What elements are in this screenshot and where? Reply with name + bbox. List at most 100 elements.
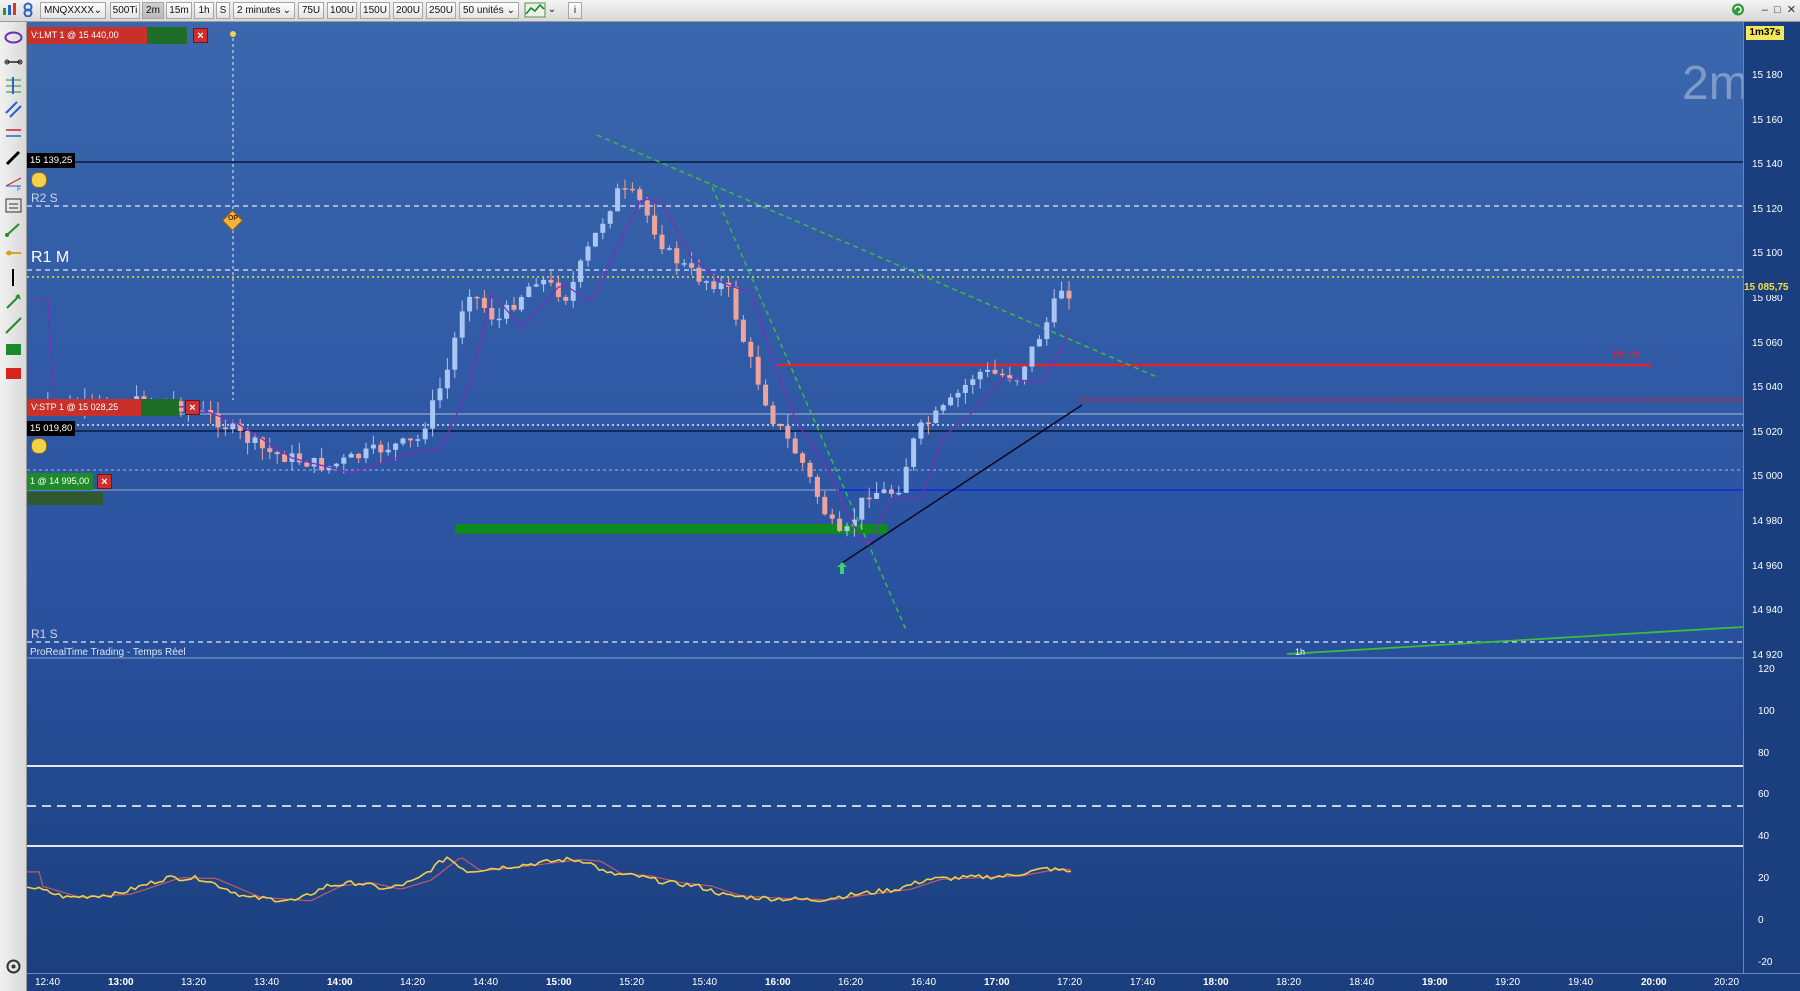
time-tick-label: 13:40: [254, 977, 280, 988]
candle: [407, 438, 413, 441]
countdown-badge: 1m37s: [1746, 26, 1784, 40]
oscillator-tick-label: 120: [1758, 664, 1775, 675]
horizontal-lines-icon[interactable]: [4, 124, 23, 143]
candle: [467, 296, 473, 312]
candle: [903, 466, 909, 493]
quantity-select[interactable]: 50 unités ⌄: [459, 2, 519, 19]
oscillator-tick-label: 100: [1758, 705, 1775, 717]
link-icon[interactable]: [20, 2, 36, 19]
chevron-down-icon[interactable]: ⌄: [547, 2, 557, 19]
tf-button-15m[interactable]: 15m: [166, 2, 192, 19]
price-tick-label: 15 060: [1752, 337, 1783, 349]
unit-button-250u[interactable]: 250U: [426, 2, 456, 19]
refresh-icon[interactable]: [1730, 2, 1746, 19]
time-tick-label: 15:40: [692, 977, 718, 988]
time-tick-label: 15:00: [546, 977, 572, 988]
alert-bell-icon[interactable]: [31, 172, 47, 188]
oscillator-tick-label: 0: [1758, 914, 1764, 926]
unit-button-150u[interactable]: 150U: [360, 2, 390, 19]
candle: [430, 400, 436, 429]
price-tick-label: 15 100: [1752, 248, 1783, 260]
time-tick-label: 19:00: [1422, 977, 1448, 988]
rectangle-tool-icon[interactable]: [4, 340, 23, 359]
position-panel[interactable]: 1 @ 14 995,00: [27, 473, 93, 490]
alert-tool-icon[interactable]: [4, 244, 23, 263]
tf-button-1h[interactable]: 1h: [194, 2, 214, 19]
restore-icon[interactable]: □: [1774, 4, 1781, 16]
candle: [1044, 322, 1050, 340]
oscillator-tick-label: 60: [1758, 789, 1770, 801]
instrument-select[interactable]: MNQXXXX ⌄: [40, 2, 106, 19]
candle: [644, 199, 650, 216]
timeframe-select[interactable]: 2 minutes ⌄: [233, 2, 295, 19]
price-chart[interactable]: [27, 22, 1743, 973]
candle: [866, 497, 872, 500]
candle: [481, 297, 487, 309]
candle: [992, 369, 998, 374]
candle: [370, 444, 376, 449]
time-tick-label: 17:20: [1057, 977, 1083, 988]
trendline-tool-icon[interactable]: [4, 220, 23, 239]
tf-button-500ti[interactable]: 500Ti: [110, 2, 140, 19]
instrument-label: MNQXXXX: [44, 5, 95, 16]
order-limit-extra[interactable]: [147, 27, 187, 44]
candle: [452, 337, 458, 370]
order-stop-sell[interactable]: V:STP 1 @ 15 028,25: [27, 399, 141, 416]
chart-area[interactable]: 2m R2 S R1 M R1 S Piv 4h 1h ProRealTime …: [27, 22, 1749, 973]
close-order-icon[interactable]: ×: [193, 28, 208, 43]
text-tool-icon[interactable]: [4, 196, 23, 215]
price-tick-label: 15 180: [1752, 70, 1783, 81]
ray-tool-icon[interactable]: [4, 316, 23, 335]
candle: [637, 189, 643, 200]
candle: [222, 427, 228, 429]
fan-tool-icon[interactable]: F: [4, 172, 23, 193]
order-limit-sell[interactable]: V:LMT 1 @ 15 440,00: [27, 27, 147, 44]
order-stop-extra[interactable]: [141, 399, 179, 416]
timeframe-watermark: 2m: [1682, 57, 1749, 110]
time-tick-label: 20:00: [1641, 977, 1667, 988]
tf-button-s[interactable]: S: [216, 2, 230, 19]
time-tick-label: 14:20: [400, 977, 426, 988]
candle: [674, 248, 680, 264]
app-menu-icon[interactable]: [2, 2, 18, 19]
unit-button-100u[interactable]: 100U: [327, 2, 357, 19]
candle: [985, 369, 991, 372]
candle: [785, 426, 791, 439]
price-axis[interactable]: 1m37s 15 180 15 160 15 140 15 120 15 100 15 0…: [1743, 22, 1800, 973]
ellipse-tool-icon[interactable]: [4, 28, 23, 47]
time-tick-label: 18:20: [1276, 977, 1302, 988]
arrow-tool-icon[interactable]: [4, 292, 23, 311]
pencil-icon[interactable]: [4, 148, 23, 167]
current-price-tag: 15 085,75: [1744, 281, 1800, 295]
fibonacci-tool-icon[interactable]: [4, 76, 23, 95]
time-tick-label: 14:40: [473, 977, 499, 988]
channel-tool-icon[interactable]: [4, 100, 23, 119]
candle: [400, 438, 406, 444]
info-icon[interactable]: i: [568, 2, 582, 19]
candle: [578, 260, 584, 282]
vertical-line-tool-icon[interactable]: [4, 268, 23, 287]
unit-button-75u[interactable]: 75U: [298, 2, 324, 19]
oscillator-tick-label: 80: [1758, 747, 1770, 759]
oscillator-tick-label: 20: [1758, 873, 1770, 884]
time-tick-label: 12:40: [35, 977, 61, 988]
unit-button-200u[interactable]: 200U: [393, 2, 423, 19]
pivot-label-r1s: R1 S: [31, 627, 58, 641]
candle: [911, 438, 917, 467]
flag-tool-icon[interactable]: [4, 364, 23, 383]
candle: [518, 297, 524, 310]
minimize-icon[interactable]: –: [1762, 4, 1768, 16]
candle: [296, 453, 302, 463]
indicator-icon[interactable]: [524, 2, 546, 19]
segment-tool-icon[interactable]: [4, 52, 23, 71]
settings-icon[interactable]: [4, 957, 23, 976]
time-axis[interactable]: 12:40 13:00 13:20 13:40 14:00 14:20 14:40 15:00…: [27, 973, 1800, 991]
tf-button-2m[interactable]: 2m: [142, 2, 164, 19]
close-position-icon[interactable]: ×: [97, 474, 112, 489]
candle: [777, 423, 783, 427]
close-icon[interactable]: ✕: [1787, 4, 1796, 16]
position-subpanel[interactable]: [27, 492, 103, 505]
drawing-toolbar: F: [0, 22, 27, 991]
alert-bell-icon[interactable]: [31, 438, 47, 454]
close-order-icon[interactable]: ×: [185, 400, 200, 415]
